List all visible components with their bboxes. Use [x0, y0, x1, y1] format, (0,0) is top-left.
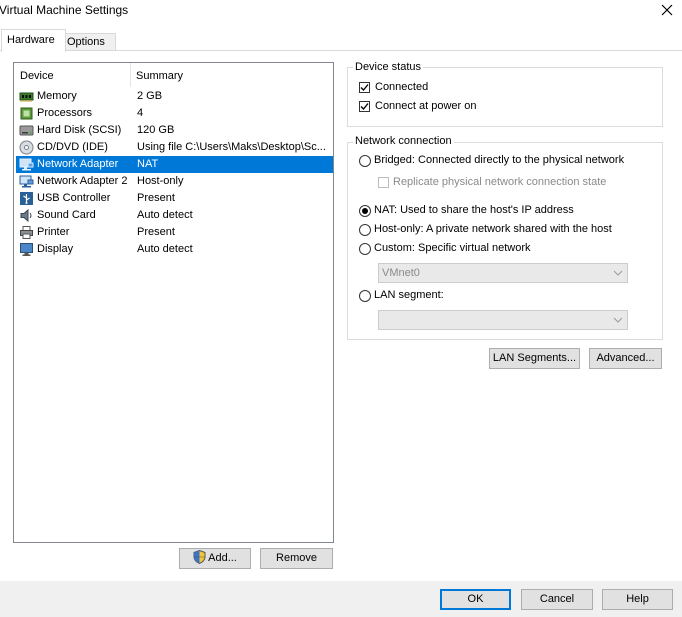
add-button[interactable]: Add...: [179, 548, 251, 569]
device-row-network-adapter[interactable]: Network Adapter NAT: [16, 156, 333, 173]
custom-network-value: VMnet0: [382, 267, 420, 279]
device-row-cd-dvd[interactable]: CD/DVD (IDE) Using file C:\Users\Maks\De…: [16, 139, 333, 156]
device-row-network-adapter-2[interactable]: Network Adapter 2 Host-only: [16, 173, 333, 190]
network-connection-legend: Network connection: [353, 135, 454, 147]
connected-checkbox[interactable]: [359, 82, 370, 93]
nat-label[interactable]: NAT: Used to share the host's IP address: [374, 204, 574, 216]
lan-segment-radio[interactable]: [359, 290, 371, 302]
device-name: Network Adapter: [37, 158, 119, 170]
network-adapter-icon: [19, 157, 34, 172]
processor-icon: [19, 106, 34, 121]
device-name: Network Adapter 2: [37, 175, 128, 187]
column-separator[interactable]: [130, 63, 131, 87]
close-icon: [661, 4, 673, 16]
host-only-label[interactable]: Host-only: A private network shared with…: [374, 223, 612, 235]
window-title: Virtual Machine Settings: [0, 3, 129, 17]
ok-button[interactable]: OK: [440, 589, 511, 610]
device-row-usb-controller[interactable]: USB Controller Present: [16, 190, 333, 207]
add-button-label: Add...: [208, 552, 237, 564]
device-list-header: Device Summary: [14, 63, 333, 87]
connect-at-power-on-checkbox[interactable]: [359, 101, 370, 112]
device-list[interactable]: Device Summary Memory 2 GB Processors 4 …: [13, 62, 334, 543]
device-status-legend: Device status: [353, 61, 424, 73]
bridged-radio[interactable]: [359, 155, 371, 167]
printer-icon: [19, 225, 34, 240]
tab-hardware[interactable]: Hardware: [1, 29, 66, 52]
device-summary: Auto detect: [137, 209, 193, 221]
connected-label[interactable]: Connected: [375, 81, 428, 93]
checkmark-icon: [360, 84, 369, 91]
shield-icon: [193, 549, 206, 565]
custom-label[interactable]: Custom: Specific virtual network: [374, 242, 531, 254]
custom-radio[interactable]: [359, 243, 371, 255]
remove-button[interactable]: Remove: [260, 548, 333, 569]
device-row-display[interactable]: Display Auto detect: [16, 241, 333, 258]
device-summary: 4: [137, 107, 144, 119]
nat-radio[interactable]: [359, 205, 371, 217]
lan-segment-dropdown[interactable]: [378, 310, 628, 330]
device-summary: Using file C:\Users\Maks\Desktop\Sc...: [137, 141, 326, 153]
advanced-button[interactable]: Advanced...: [589, 348, 662, 369]
usb-icon: [19, 191, 34, 206]
device-summary: 2 GB: [137, 90, 163, 102]
host-only-radio[interactable]: [359, 224, 371, 236]
device-name: Display: [37, 243, 74, 255]
device-status-group: [347, 67, 663, 127]
cd-dvd-icon: [19, 140, 34, 155]
column-header-device[interactable]: Device: [20, 70, 54, 82]
help-button[interactable]: Help: [602, 589, 673, 610]
cancel-button[interactable]: Cancel: [521, 589, 593, 610]
device-summary: NAT: [137, 158, 159, 170]
device-row-sound-card[interactable]: Sound Card Auto detect: [16, 207, 333, 224]
replicate-state-checkbox[interactable]: [378, 177, 389, 188]
tab-options[interactable]: Options: [61, 33, 116, 50]
checkmark-icon: [360, 103, 369, 110]
device-name: Hard Disk (SCSI): [37, 124, 122, 136]
device-name: Processors: [37, 107, 93, 119]
display-icon: [19, 242, 34, 257]
column-header-summary[interactable]: Summary: [136, 70, 183, 82]
network-adapter-icon: [19, 174, 34, 189]
custom-network-dropdown[interactable]: VMnet0: [378, 263, 628, 283]
sound-card-icon: [19, 208, 34, 223]
device-name: Memory: [37, 90, 77, 102]
device-name: USB Controller: [37, 192, 111, 204]
device-summary: 120 GB: [137, 124, 175, 136]
memory-icon: [19, 89, 34, 104]
chevron-down-icon: [613, 270, 623, 276]
device-name: Sound Card: [37, 209, 96, 221]
device-summary: Host-only: [137, 175, 184, 187]
chevron-down-icon: [613, 317, 623, 323]
connect-at-power-on-label[interactable]: Connect at power on: [375, 100, 477, 112]
device-row-hard-disk[interactable]: Hard Disk (SCSI) 120 GB: [16, 122, 333, 139]
device-row-printer[interactable]: Printer Present: [16, 224, 333, 241]
device-name: Printer: [37, 226, 70, 238]
device-summary: Present: [137, 192, 175, 204]
device-summary: Present: [137, 226, 175, 238]
replicate-state-label: Replicate physical network connection st…: [393, 176, 607, 188]
tab-strip-divider: [0, 50, 682, 51]
device-name: CD/DVD (IDE): [37, 141, 108, 153]
lan-segments-button[interactable]: LAN Segments...: [489, 348, 580, 369]
hard-disk-icon: [19, 123, 34, 138]
device-summary: Auto detect: [137, 243, 193, 255]
close-button[interactable]: [660, 2, 674, 18]
lan-segment-label[interactable]: LAN segment:: [374, 289, 444, 301]
device-row-memory[interactable]: Memory 2 GB: [16, 88, 333, 105]
device-row-processors[interactable]: Processors 4: [16, 105, 333, 122]
bridged-label[interactable]: Bridged: Connected directly to the physi…: [374, 154, 624, 166]
